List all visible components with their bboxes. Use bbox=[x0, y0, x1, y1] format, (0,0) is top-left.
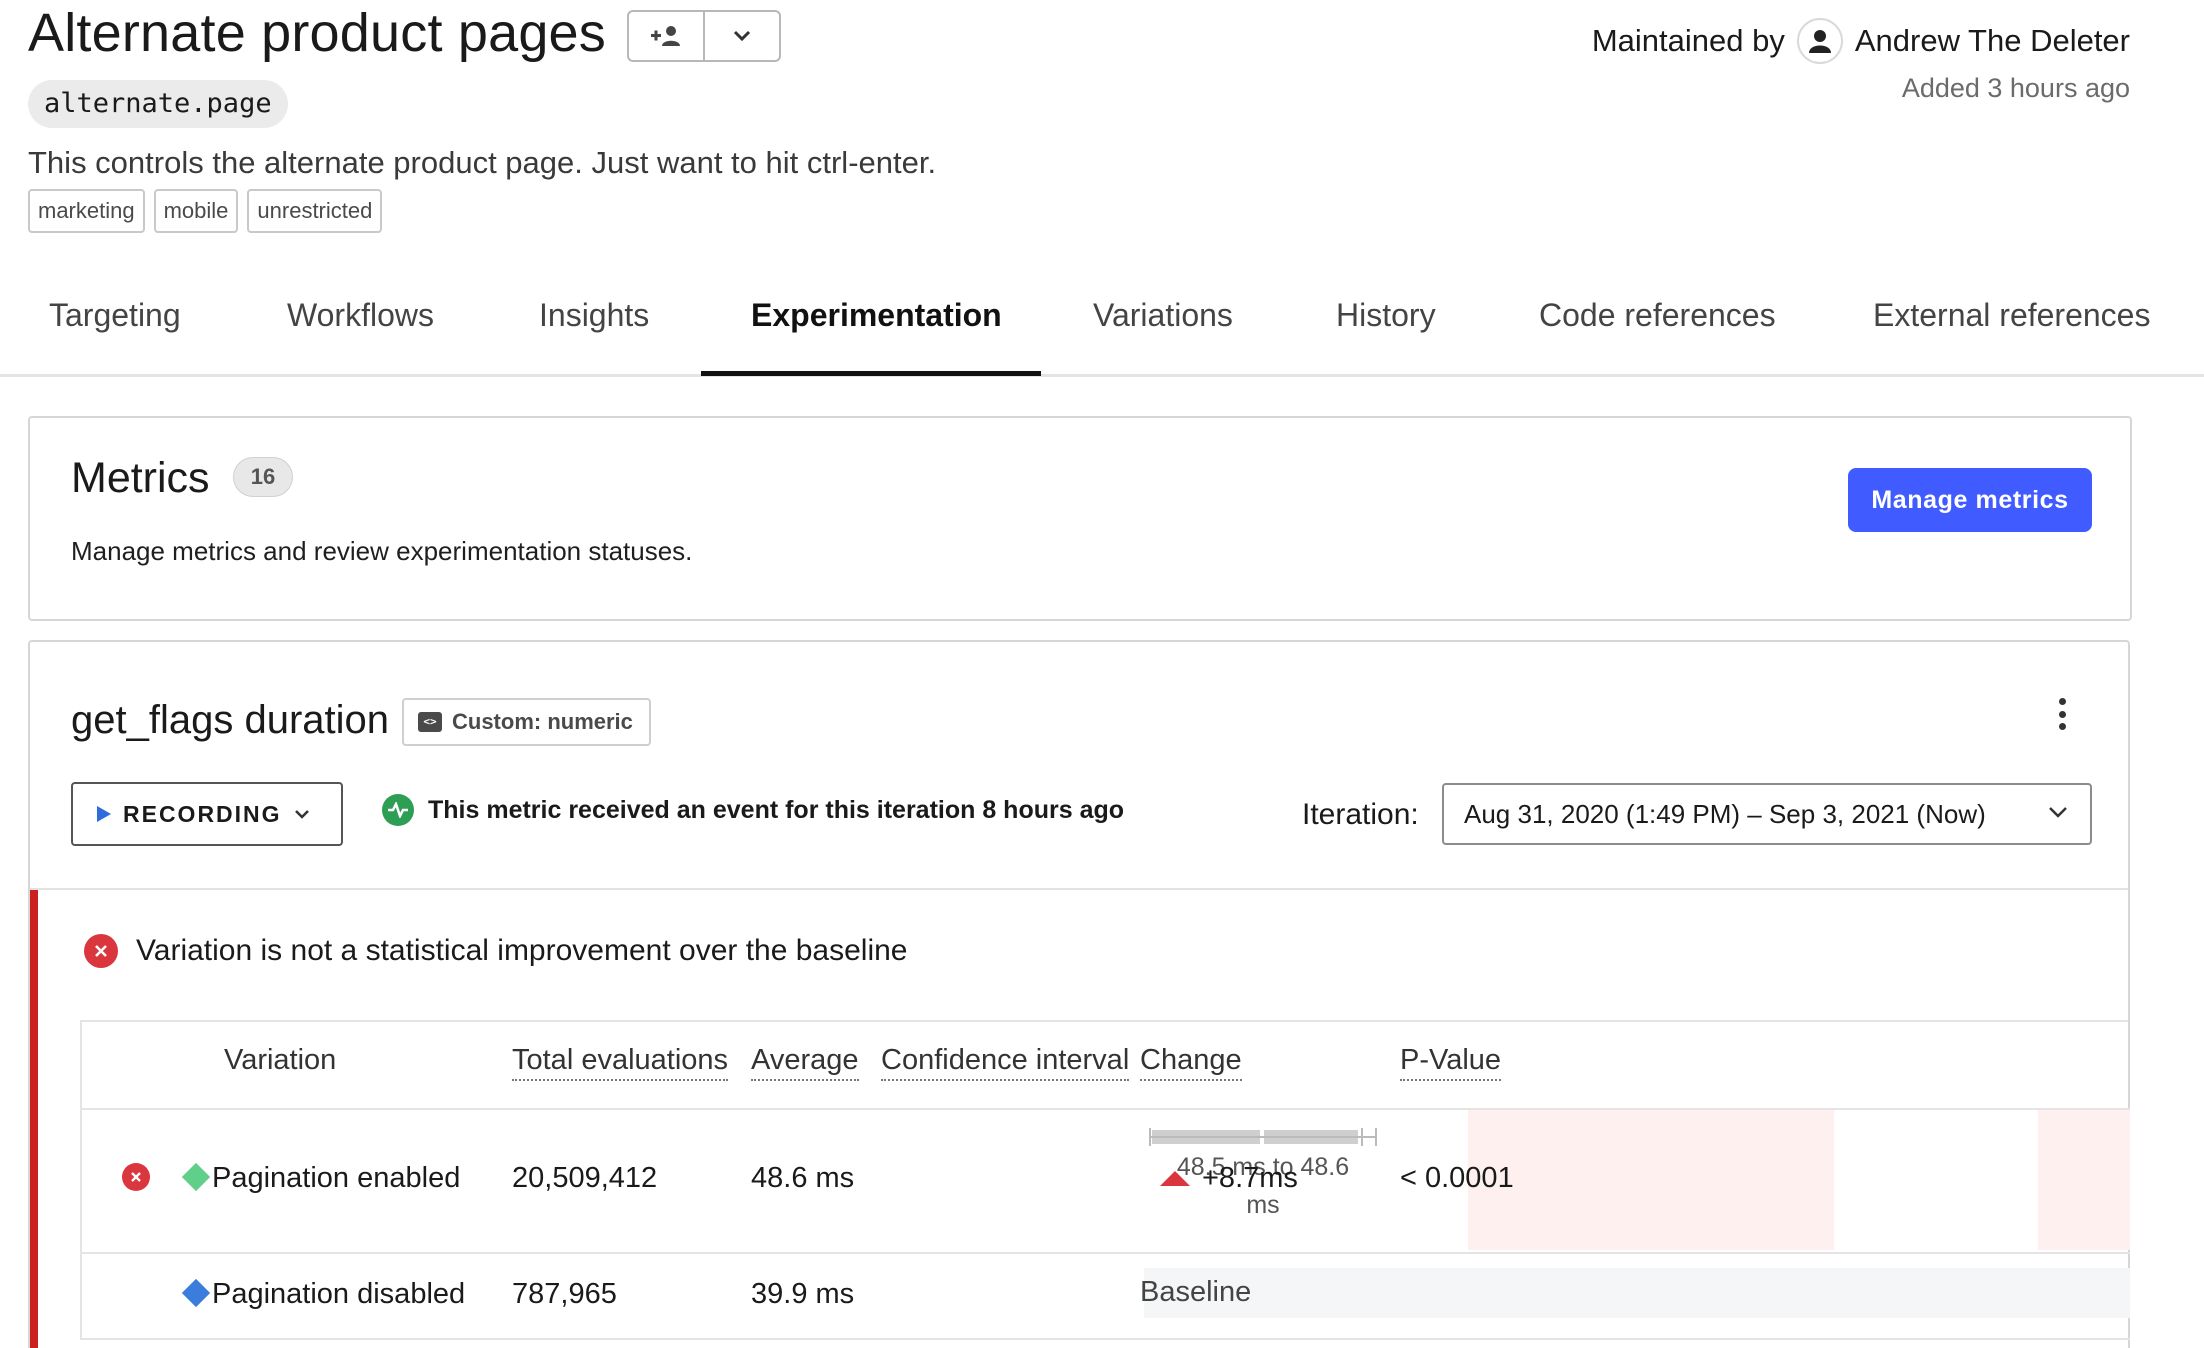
tab-insights[interactable]: Insights bbox=[539, 297, 649, 334]
variation-name: Pagination disabled bbox=[212, 1278, 466, 1310]
column-header-change[interactable]: Change bbox=[1140, 1044, 1242, 1081]
manage-metrics-button[interactable]: Manage metrics bbox=[1848, 468, 2092, 532]
tag-marketing[interactable]: marketing bbox=[28, 189, 145, 233]
follow-options-dropdown[interactable] bbox=[703, 12, 779, 60]
flag-page: Alternate product pages alternate.page T… bbox=[0, 0, 2204, 1348]
avatar bbox=[1796, 18, 1843, 64]
metrics-title: Metrics bbox=[71, 454, 210, 502]
column-header-average[interactable]: Average bbox=[751, 1044, 859, 1081]
iteration-value: Aug 31, 2020 (1:49 PM) – Sep 3, 2021 (No… bbox=[1464, 799, 1986, 829]
p-value: < 0.0001 bbox=[1400, 1162, 1514, 1194]
variation-color-swatch bbox=[181, 1162, 211, 1192]
metrics-subtitle: Manage metrics and review experimentatio… bbox=[71, 536, 693, 566]
table-divider bbox=[82, 1252, 2130, 1254]
chevron-down-icon bbox=[733, 30, 751, 42]
row-end-highlight bbox=[2038, 1110, 2130, 1250]
tab-history[interactable]: History bbox=[1336, 297, 1436, 334]
tab-experimentation[interactable]: Experimentation bbox=[751, 297, 1002, 334]
average-value: 48.6 ms bbox=[751, 1162, 855, 1194]
tab-code-references[interactable]: Code references bbox=[1539, 297, 1776, 334]
tab-targeting[interactable]: Targeting bbox=[49, 297, 181, 334]
total-evaluations: 787,965 bbox=[512, 1278, 617, 1310]
chevron-down-icon bbox=[294, 810, 309, 819]
more-options-icon[interactable] bbox=[2052, 694, 2072, 734]
flag-key-chip[interactable]: alternate.page bbox=[28, 80, 288, 128]
chevron-down-icon bbox=[2049, 807, 2067, 818]
iteration-select[interactable]: Aug 31, 2020 (1:49 PM) – Sep 3, 2021 (No… bbox=[1442, 783, 2092, 845]
change-value: +8.7ms bbox=[1160, 1162, 1298, 1195]
iteration-label: Iteration: bbox=[1302, 798, 1419, 831]
row-error-icon bbox=[122, 1163, 150, 1191]
increase-arrow-icon bbox=[1160, 1171, 1190, 1186]
recording-label: RECORDING bbox=[123, 800, 282, 827]
metric-type-label: Custom: numeric bbox=[452, 709, 633, 734]
recording-button[interactable]: RECORDING bbox=[71, 782, 343, 846]
add-person-icon bbox=[651, 26, 680, 46]
total-evaluations: 20,509,412 bbox=[512, 1162, 658, 1194]
tab-external-references[interactable]: External references bbox=[1873, 297, 2150, 334]
tag-unrestricted[interactable]: unrestricted bbox=[247, 189, 383, 233]
variation-color-swatch bbox=[181, 1278, 211, 1308]
section-divider bbox=[30, 888, 2128, 890]
average-value: 39.9 ms bbox=[751, 1278, 855, 1310]
column-header-p-value[interactable]: P-Value bbox=[1400, 1044, 1502, 1081]
confidence-interval-bar bbox=[1149, 1128, 1377, 1146]
active-tab-indicator bbox=[701, 371, 1041, 376]
page-title: Alternate product pages bbox=[28, 3, 606, 63]
maintained-by-label: Maintained by bbox=[1591, 23, 1785, 58]
added-timestamp: Added 3 hours ago bbox=[1901, 73, 2130, 103]
flag-tabs: Targeting Workflows Insights Experimenta… bbox=[0, 283, 2204, 377]
flag-description: This controls the alternate product page… bbox=[28, 145, 937, 180]
baseline-label: Baseline bbox=[1140, 1276, 1252, 1308]
event-status: This metric received an event for this i… bbox=[382, 794, 1124, 826]
metric-detail-card: get_flags duration <> Custom: numeric RE… bbox=[28, 640, 2130, 1348]
tag-mobile[interactable]: mobile bbox=[153, 189, 239, 233]
pulse-icon bbox=[382, 794, 414, 826]
tag-list: marketing mobile unrestricted bbox=[28, 189, 383, 233]
baseline-cell bbox=[1144, 1268, 2130, 1318]
play-icon bbox=[97, 806, 111, 822]
person-icon bbox=[1808, 30, 1831, 53]
change-cell-highlight bbox=[1468, 1110, 1834, 1250]
variation-name: Pagination enabled bbox=[212, 1162, 461, 1194]
verdict-message: Variation is not a statistical improveme… bbox=[84, 934, 908, 968]
metrics-count-badge: 16 bbox=[233, 457, 293, 497]
metrics-card: Metrics 16 Manage metrics and review exp… bbox=[28, 416, 2132, 621]
maintainer-name[interactable]: Andrew The Deleter bbox=[1855, 23, 2130, 59]
column-header-confidence-interval[interactable]: Confidence interval bbox=[881, 1044, 1130, 1081]
change-text: +8.7ms bbox=[1202, 1162, 1298, 1194]
add-follower-button[interactable] bbox=[629, 12, 703, 60]
code-icon: <> bbox=[418, 712, 442, 732]
error-indicator-bar bbox=[30, 890, 38, 1348]
event-status-text: This metric received an event for this i… bbox=[428, 795, 1125, 824]
maintainer-info: Maintained by Andrew The Deleter bbox=[1592, 18, 2130, 64]
verdict-text: Variation is not a statistical improveme… bbox=[136, 934, 908, 967]
tab-variations[interactable]: Variations bbox=[1093, 297, 1233, 334]
column-header-variation: Variation bbox=[224, 1044, 337, 1076]
metric-type-chip: <> Custom: numeric bbox=[402, 698, 651, 746]
table-divider bbox=[82, 1338, 2130, 1340]
metric-name: get_flags duration bbox=[71, 698, 390, 742]
error-icon bbox=[84, 934, 118, 968]
results-table: Variation Total evaluations Average Conf… bbox=[80, 1020, 2130, 1340]
table-divider bbox=[82, 1108, 2130, 1110]
column-header-total-evaluations[interactable]: Total evaluations bbox=[512, 1044, 729, 1081]
follow-button-group bbox=[627, 10, 781, 62]
tab-workflows[interactable]: Workflows bbox=[287, 297, 434, 334]
